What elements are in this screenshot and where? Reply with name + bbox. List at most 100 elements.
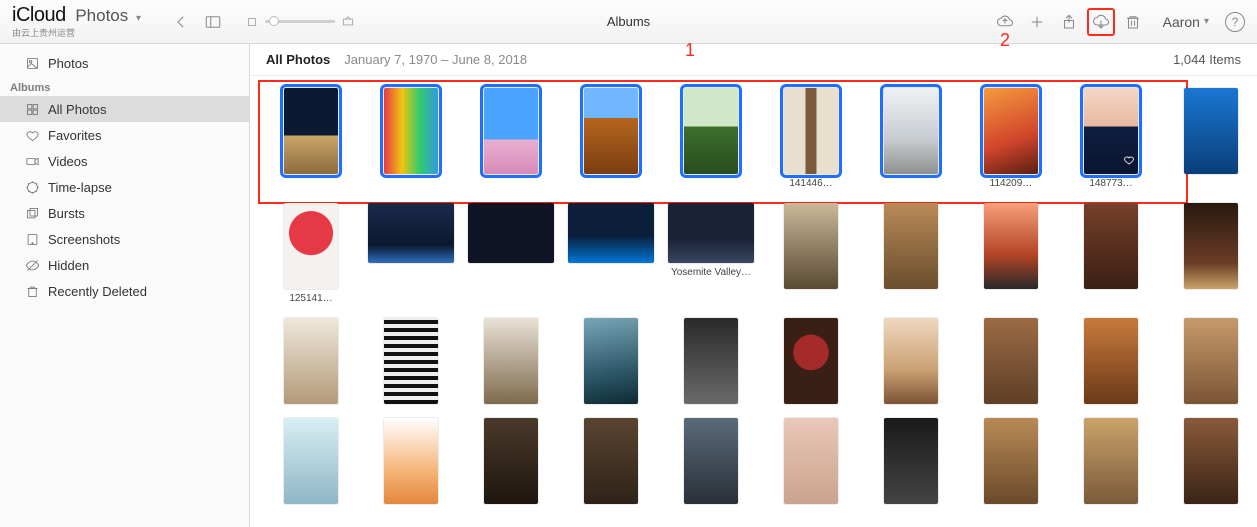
photo-thumbnail[interactable] [984,203,1038,289]
photo-thumbnail[interactable] [568,203,654,263]
add-button[interactable] [1023,8,1051,36]
photo-caption: Yosemite Valley… [671,267,751,278]
photo-thumbnail[interactable] [884,88,938,174]
photo-thumbnail[interactable] [684,88,738,174]
help-button[interactable]: ? [1225,12,1245,32]
cloud-download-icon [1092,13,1110,31]
right-toolbar: Aaron ▾ ? [989,8,1245,36]
photo-thumbnail[interactable] [284,318,338,404]
content-date-range: January 7, 1970 – June 8, 2018 [344,52,527,67]
cloud-upload-icon [996,13,1014,31]
favorite-icon [1123,153,1135,171]
photo-thumbnail[interactable] [784,88,838,174]
photo-thumbnail[interactable] [1184,88,1238,174]
photo-thumbnail[interactable] [1084,88,1138,174]
photo-cell [766,318,856,404]
video-icon [24,153,40,169]
photo-cell [966,418,1056,504]
photo-thumbnail[interactable] [384,318,438,404]
photo-thumbnail[interactable] [1184,318,1238,404]
photo-cell [1166,88,1256,189]
photo-cell [766,203,856,304]
photo-thumbnail[interactable] [368,203,454,263]
photo-thumbnail[interactable] [1084,318,1138,404]
photo-caption: 148773… [1089,178,1132,189]
photo-cell [966,203,1056,304]
download-button[interactable] [1087,8,1115,36]
sidebar-item-label: Videos [48,154,88,169]
photo-cell [966,318,1056,404]
sidebar-item-label: Hidden [48,258,89,273]
photo-thumbnail[interactable] [684,318,738,404]
photo-thumbnail[interactable] [584,418,638,504]
photo-cell: 114209… [966,88,1056,189]
photo-thumbnail[interactable] [1084,418,1138,504]
photo-thumbnail[interactable] [884,203,938,289]
sidebar-item-videos[interactable]: Videos [0,148,249,174]
sidebar-photos[interactable]: Photos [0,50,249,76]
user-menu[interactable]: Aaron ▾ [1163,14,1209,30]
user-name: Aaron [1163,14,1200,30]
photo-thumbnail[interactable] [484,88,538,174]
sidebar-toggle-button[interactable] [199,8,227,36]
photo-cell [266,418,356,504]
photo-cell [866,318,956,404]
photo-thumbnail[interactable] [684,418,738,504]
photo-thumbnail[interactable] [484,418,538,504]
photo-thumbnail[interactable] [584,88,638,174]
photo-cell [466,88,556,189]
photo-thumbnail[interactable] [884,318,938,404]
photo-thumbnail[interactable] [1184,203,1238,289]
photo-thumbnail[interactable] [584,318,638,404]
sidebar-item-recently-deleted[interactable]: Recently Deleted [0,278,249,304]
delete-button[interactable] [1119,8,1147,36]
photo-cell [666,318,756,404]
photo-cell [866,203,956,304]
photo-thumbnail[interactable] [1184,418,1238,504]
photo-cell [566,318,656,404]
sidebar-item-hidden[interactable]: Hidden [0,252,249,278]
photo-cell [466,318,556,404]
zoom-knob[interactable] [269,16,279,26]
photo-cell [1166,418,1256,504]
sidebar-item-bursts[interactable]: Bursts [0,200,249,226]
share-button[interactable] [1055,8,1083,36]
content-area: All Photos January 7, 1970 – June 8, 201… [250,44,1257,527]
section-dropdown[interactable]: Photos ▾ [75,6,141,25]
photo-thumbnail[interactable] [984,88,1038,174]
photo-thumbnail[interactable] [468,203,554,263]
sidebar-item-screenshots[interactable]: Screenshots [0,226,249,252]
photo-thumbnail[interactable] [284,418,338,504]
photo-thumbnail[interactable] [384,88,438,174]
zoom-track[interactable] [265,20,335,23]
photo-thumbnail[interactable] [984,318,1038,404]
photo-thumbnail[interactable] [784,418,838,504]
photo-thumbnail[interactable] [484,318,538,404]
photo-thumbnail[interactable] [784,318,838,404]
photo-cell [866,418,956,504]
zoom-slider[interactable] [239,15,361,29]
photo-thumbnail[interactable] [668,203,754,263]
photo-cell [1166,318,1256,404]
back-button[interactable] [167,8,195,36]
zoom-in-icon [341,15,355,29]
photo-thumbnail[interactable] [284,203,338,289]
sidebar-item-favorites[interactable]: Favorites [0,122,249,148]
photo-thumbnail[interactable] [284,88,338,174]
content-header: All Photos January 7, 1970 – June 8, 201… [250,44,1257,76]
plus-icon [1028,13,1046,31]
photo-thumbnail[interactable] [984,418,1038,504]
sidebar-item-time-lapse[interactable]: Time-lapse [0,174,249,200]
photo-thumbnail[interactable] [1084,203,1138,289]
brand-tagline: 由云上贵州运营 [12,26,141,39]
photo-thumbnail[interactable] [884,418,938,504]
main-area: Photos Albums All PhotosFavoritesVideosT… [0,44,1257,527]
photo-cell [466,203,556,304]
photo-cell [366,318,456,404]
sidebar-item-all-photos[interactable]: All Photos [0,96,249,122]
photo-thumbnail[interactable] [384,418,438,504]
chevron-left-icon [172,13,190,31]
sidebar-item-label: Recently Deleted [48,284,147,299]
photo-thumbnail[interactable] [784,203,838,289]
photo-cell: 148773… [1066,88,1156,189]
